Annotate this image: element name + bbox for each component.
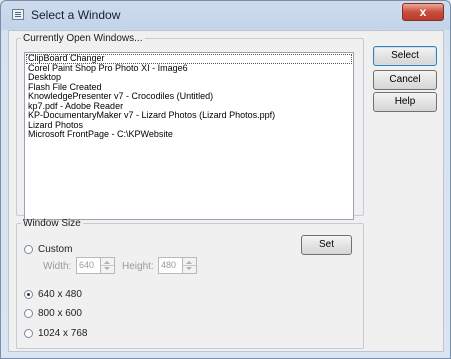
dialog-title: Select a Window	[31, 8, 121, 22]
help-button[interactable]: Help	[373, 92, 437, 112]
select-window-dialog: Select a Window x Currently Open Windows…	[0, 0, 451, 359]
size-800-label: 800 x 600	[38, 308, 82, 319]
size-1024-radio[interactable]	[24, 329, 33, 338]
cancel-button[interactable]: Cancel	[373, 70, 437, 90]
window-size-legend: Window Size	[23, 218, 81, 229]
set-button[interactable]: Set	[301, 235, 352, 255]
close-button[interactable]: x	[402, 3, 444, 21]
title-bar[interactable]: Select a Window x	[1, 1, 450, 29]
open-windows-legend: Currently Open Windows...	[23, 33, 143, 44]
select-button[interactable]: Select	[373, 46, 437, 66]
window-list-icon	[12, 9, 24, 20]
width-input[interactable]: 640	[76, 257, 101, 274]
open-windows-list[interactable]: ClipBoard Changer Corel Paint Shop Pro P…	[24, 52, 354, 220]
size-800-radio[interactable]	[24, 309, 33, 318]
size-640-label: 640 x 480	[38, 289, 82, 300]
height-spin-buttons[interactable]	[183, 257, 197, 274]
list-item[interactable]: Microsoft FrontPage - C:\KPWebsite	[25, 129, 353, 140]
size-option-800[interactable]: 800 x 600	[24, 307, 82, 320]
dialog-body: Currently Open Windows... ClipBoard Chan…	[8, 30, 444, 352]
custom-label: Custom	[38, 244, 73, 255]
width-spin-buttons[interactable]	[101, 257, 115, 274]
width-stepper[interactable]: 640	[76, 257, 115, 274]
width-label: Width:	[43, 261, 72, 272]
size-option-640[interactable]: 640 x 480	[24, 288, 82, 301]
list-item[interactable]: Corel Paint Shop Pro Photo XI - Image6	[25, 63, 353, 74]
custom-size-option[interactable]: Custom	[24, 243, 72, 256]
height-stepper[interactable]: 480	[158, 257, 197, 274]
height-input[interactable]: 480	[158, 257, 183, 274]
height-label: Height:	[122, 261, 154, 272]
size-option-1024[interactable]: 1024 x 768	[24, 327, 88, 340]
custom-radio[interactable]	[24, 245, 33, 254]
size-1024-label: 1024 x 768	[38, 328, 88, 339]
close-icon: x	[419, 5, 427, 19]
size-640-radio[interactable]	[24, 290, 33, 299]
